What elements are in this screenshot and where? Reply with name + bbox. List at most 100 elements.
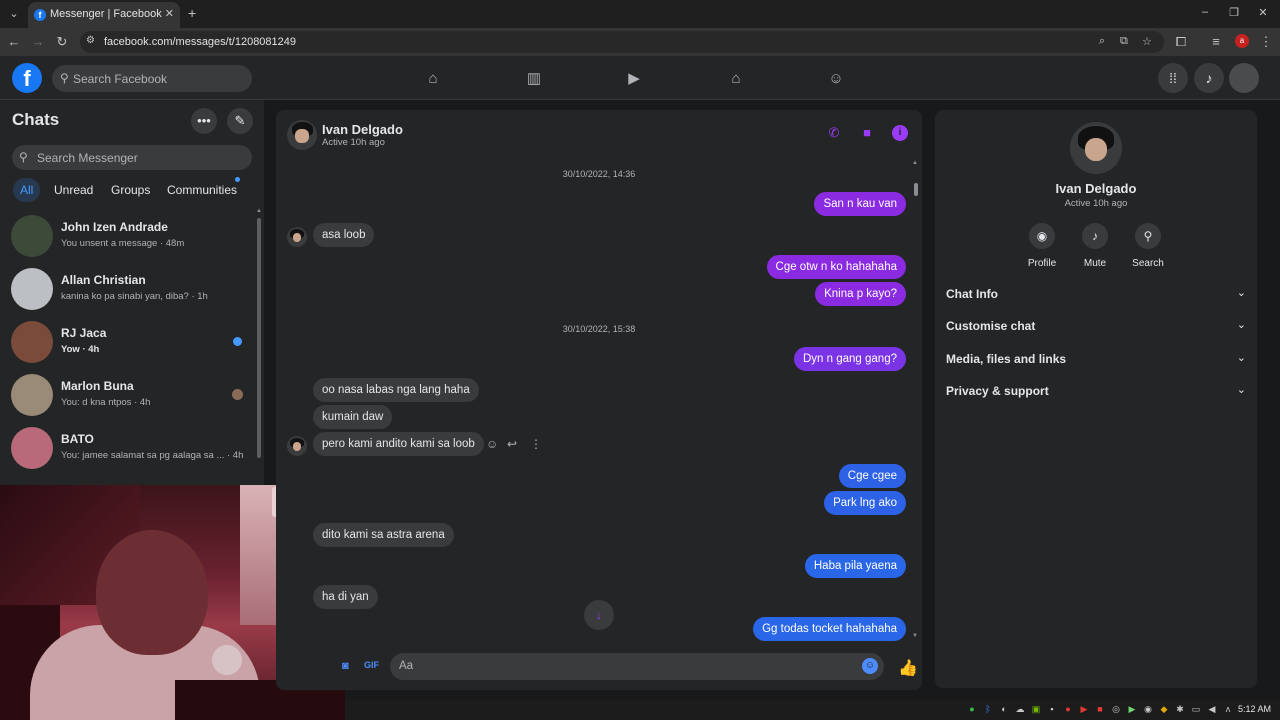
filter-unread[interactable]: Unread [47,178,100,202]
steam-icon[interactable]: ◉ [1143,704,1153,715]
account-avatar[interactable] [1229,63,1259,93]
whatsapp-icon[interactable]: ● [967,704,977,715]
minimize-icon[interactable]: – [1198,6,1212,18]
received-message[interactable]: pero kami andito kami sa loob [313,432,484,456]
notifications-icon[interactable]: ♪ [1194,63,1224,93]
back-icon[interactable]: ← [6,34,22,49]
scroll-down-arrow-icon[interactable]: ▼ [912,633,918,639]
play-icon[interactable]: ▶ [1127,704,1137,715]
chat-item[interactable]: Allan Christian kanina ko pa sinabi yan,… [4,264,256,316]
received-message[interactable]: kumain daw [313,405,393,429]
vpn-icon[interactable]: ◎ [1111,704,1121,715]
marketplace-icon[interactable]: ⌂ [727,70,745,88]
scroll-up-icon[interactable]: ▲ [256,208,262,214]
filter-groups[interactable]: Groups [104,178,157,202]
url-input[interactable]: ⚙ facebook.com/messages/t/1208081249 ⌕ ⧉… [80,31,1164,53]
browser-profile-avatar[interactable]: a [1235,34,1249,48]
section-chat-info[interactable]: Chat Info ⌄ [946,283,1246,305]
scroll-up-icon[interactable]: ▲ [912,160,918,166]
settings-tray-icon[interactable]: ✱ [1175,704,1185,715]
language-icon[interactable]: ʌ [1223,704,1233,715]
media-control-icon[interactable]: ≡ [1208,34,1224,49]
chat-item[interactable]: John Izen Andrade You unsent a message ·… [4,211,256,263]
search-in-conversation-button[interactable]: ⚲ Search [1123,223,1173,269]
network-icon[interactable]: ▭ [1191,704,1201,715]
cloud-icon[interactable]: ☁ [1015,704,1025,715]
media-icon[interactable]: ▶ [1079,704,1089,715]
site-info-icon[interactable]: ⚙ [86,35,95,46]
filter-all[interactable]: All [13,178,41,202]
sent-message[interactable]: Park lng ako [824,491,906,515]
app-tray-icon[interactable]: ▪ [1047,704,1057,715]
discord-icon[interactable]: ◐ [999,704,1009,715]
scrollbar-thumb[interactable] [914,183,918,196]
section-privacy-support[interactable]: Privacy & support ⌄ [946,380,1246,402]
gif-icon[interactable]: GIF [364,660,379,670]
message-input[interactable]: Aa ☺ [390,653,884,680]
emoji-icon[interactable]: ☺ [862,658,878,674]
scrollbar-thumb[interactable] [257,218,261,458]
home-icon[interactable]: ⌂ [424,70,442,88]
sent-message[interactable]: Cge otw n ko hahahaha [766,255,906,279]
forward-icon[interactable]: → [30,34,46,49]
tab-search-icon[interactable]: ⌄ [4,4,24,24]
volume-icon[interactable]: ◀ [1207,704,1217,715]
sent-message[interactable]: Knina p kayo? [815,282,906,306]
contact-avatar[interactable] [287,120,317,150]
section-media-files-links[interactable]: Media, files and links ⌄ [946,348,1246,370]
sent-message[interactable]: Haba pila yaena [804,554,906,578]
record-icon[interactable]: ● [1063,704,1073,715]
chat-item[interactable]: RJ Jaca Yow · 4h [4,317,256,369]
video-call-icon[interactable]: ■ [859,125,875,141]
chart-icon[interactable]: ▥ [525,70,543,88]
window-close-icon[interactable]: ✕ [1256,6,1270,19]
sent-message[interactable]: Cge cgee [838,464,906,488]
contact-name[interactable]: Ivan Delgado [322,122,403,137]
zoom-icon[interactable]: ⌕ [1099,35,1105,48]
menu-grid-icon[interactable]: ⁞⁞ [1158,63,1188,93]
install-app-icon[interactable]: ⧉ [1120,35,1128,48]
sent-message[interactable]: Gg todas tocket hahahaha [753,617,906,641]
facebook-logo[interactable]: f [12,63,42,93]
chat-item[interactable]: BATO You: jamee salamat sa pg aalaga sa … [4,423,256,475]
conversation-info-icon[interactable]: i [892,125,908,141]
more-options-icon[interactable]: ••• [191,108,217,134]
extensions-icon[interactable]: ⧠ [1173,34,1189,50]
react-emoji-icon[interactable]: ☺ [486,437,498,451]
received-message[interactable]: asa loob [313,223,375,247]
reload-icon[interactable]: ↻ [54,34,70,50]
new-tab-icon[interactable]: + [188,5,196,21]
video-icon[interactable]: ▶ [625,70,643,88]
capture-icon[interactable]: ■ [1095,704,1105,715]
filter-communities[interactable]: Communities [160,178,244,202]
system-clock[interactable]: 5:12 AM [1238,704,1271,714]
received-message[interactable]: ha di yan [313,585,378,609]
new-message-icon[interactable]: ✎ [227,108,253,134]
bluetooth-icon[interactable]: ᛒ [983,704,993,715]
sent-message[interactable]: Dyn n gang gang? [794,347,906,371]
profile-button[interactable]: ◉ Profile [1017,223,1067,269]
reply-icon[interactable]: ↩ [507,437,517,451]
contact-profile-avatar[interactable] [1070,122,1122,174]
messenger-search-input[interactable]: ⚲ Search Messenger [12,145,252,170]
chat-item[interactable]: Marlon Buna You: d kna ntpos · 4h [4,370,256,422]
tab-close-icon[interactable]: ✕ [165,7,174,20]
browser-menu-icon[interactable]: ⋮ [1258,34,1274,50]
mute-button[interactable]: ♪ Mute [1070,223,1120,269]
groups-icon[interactable]: ☺ [827,70,845,88]
phone-call-icon[interactable]: ✆ [826,125,842,141]
browser-tab[interactable]: f Messenger | Facebook ✕ [28,2,180,28]
bookmark-star-icon[interactable]: ☆ [1142,35,1152,48]
section-customise-chat[interactable]: Customise chat ⌄ [946,315,1246,337]
sticker-icon[interactable]: ◙ [342,660,349,672]
received-message[interactable]: oo nasa labas nga lang haha [313,378,479,402]
received-message[interactable]: dito kami sa astra arena [313,523,454,547]
nvidia-icon[interactable]: ▣ [1031,704,1041,715]
thumbs-up-icon[interactable]: 👍 [898,658,918,678]
message-more-icon[interactable]: ⋮ [530,437,542,451]
scroll-to-bottom-icon[interactable]: ↓ [584,600,614,630]
sent-message[interactable]: San n kau van [814,192,906,216]
app-shield-icon[interactable]: ◆ [1159,704,1169,715]
conversation-scrollbar[interactable]: ▲ ▼ [912,160,920,640]
facebook-search-input[interactable]: ⚲ Search Facebook [52,65,252,92]
